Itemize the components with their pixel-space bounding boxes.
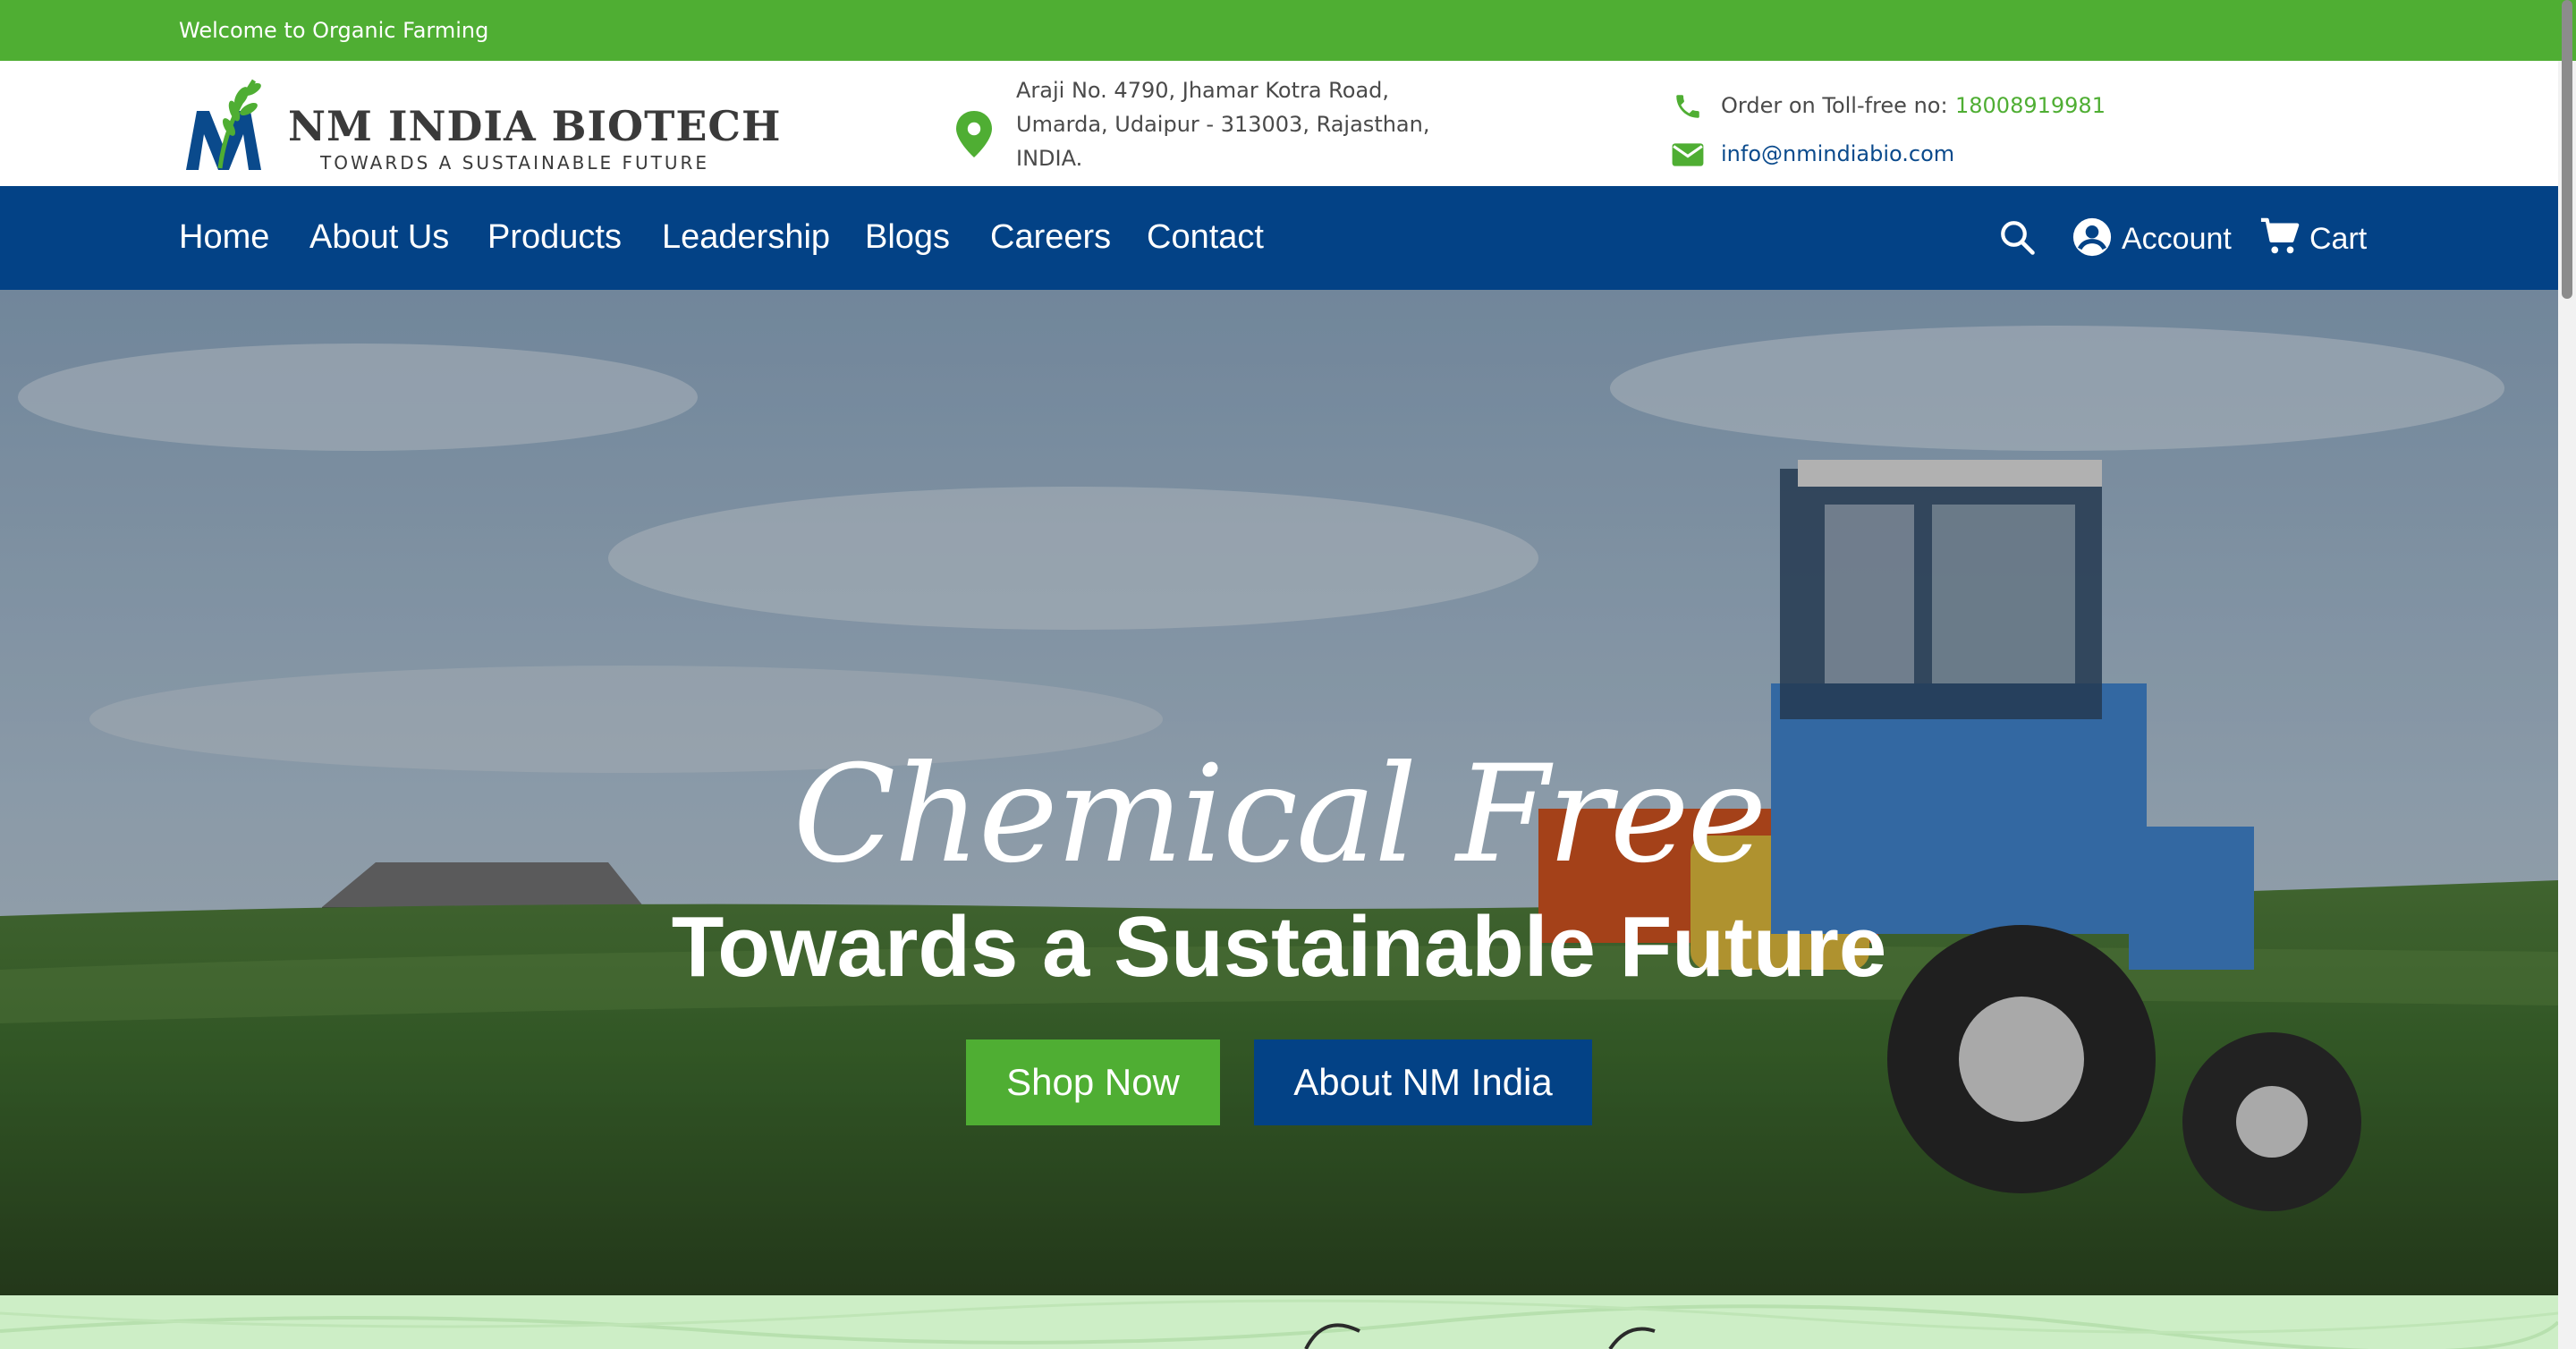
nav-item-home[interactable]: Home bbox=[179, 218, 269, 257]
address-text: Araji No. 4790, Jhamar Kotra Road, Umard… bbox=[1016, 73, 1481, 175]
header: NM INDIA BIOTECH TOWARDS A SUSTAINABLE F… bbox=[0, 61, 2558, 186]
main-nav: Home About Us Products Leadership Blogs … bbox=[0, 186, 2558, 290]
nav-item-leadership[interactable]: Leadership bbox=[662, 218, 830, 257]
shop-now-button[interactable]: Shop Now bbox=[966, 1039, 1220, 1125]
decorative-pattern bbox=[0, 1299, 2558, 1349]
top-bar: Welcome to Organic Farming bbox=[0, 0, 2576, 61]
hero-banner: Chemical Free Towards a Sustainable Futu… bbox=[0, 290, 2558, 1295]
brand-name: NM INDIA BIOTECH bbox=[288, 102, 782, 150]
nav-item-products[interactable]: Products bbox=[487, 218, 622, 257]
hero-headline: Towards a Sustainable Future bbox=[671, 899, 1887, 995]
address-line-1: Araji No. 4790, Jhamar Kotra Road, bbox=[1016, 78, 1390, 103]
nav-item-careers[interactable]: Careers bbox=[990, 218, 1111, 257]
address-line-2: Umarda, Udaipur - 313003, Rajasthan, bbox=[1016, 112, 1430, 137]
account-icon[interactable] bbox=[2072, 216, 2113, 258]
hero-script-text: Chemical Free bbox=[792, 737, 1767, 893]
nav-item-about-us[interactable]: About Us bbox=[309, 218, 449, 257]
search-icon[interactable] bbox=[1998, 218, 2036, 256]
cart-link[interactable]: Cart bbox=[2309, 222, 2367, 257]
mail-icon bbox=[1672, 143, 1704, 166]
location-pin-icon bbox=[956, 111, 992, 157]
address-line-3: INDIA. bbox=[1016, 146, 1083, 171]
email-link[interactable]: info@nmindiabio.com bbox=[1721, 141, 1954, 166]
about-nm-india-button[interactable]: About NM India bbox=[1254, 1039, 1592, 1125]
cart-icon[interactable] bbox=[2259, 216, 2301, 258]
order-label: Order on Toll-free no: bbox=[1721, 93, 1948, 118]
brand-logo[interactable]: NM INDIA BIOTECH TOWARDS A SUSTAINABLE F… bbox=[179, 70, 781, 177]
page-scrollbar-thumb[interactable] bbox=[2562, 0, 2572, 299]
phone-icon bbox=[1676, 95, 1699, 118]
nav-item-blogs[interactable]: Blogs bbox=[865, 218, 950, 257]
brand-tagline: TOWARDS A SUSTAINABLE FUTURE bbox=[320, 152, 710, 174]
next-section-strip bbox=[0, 1295, 2558, 1349]
logo-mark-icon bbox=[186, 79, 261, 170]
welcome-text: Welcome to Organic Farming bbox=[179, 18, 489, 43]
email-row: info@nmindiabio.com bbox=[1671, 136, 2207, 172]
account-link[interactable]: Account bbox=[2122, 222, 2232, 257]
toll-free-number-link[interactable]: 18008919981 bbox=[1955, 93, 2106, 118]
nav-item-contact[interactable]: Contact bbox=[1147, 218, 1264, 257]
phone-row: Order on Toll-free no: 18008919981 bbox=[1671, 88, 2207, 123]
